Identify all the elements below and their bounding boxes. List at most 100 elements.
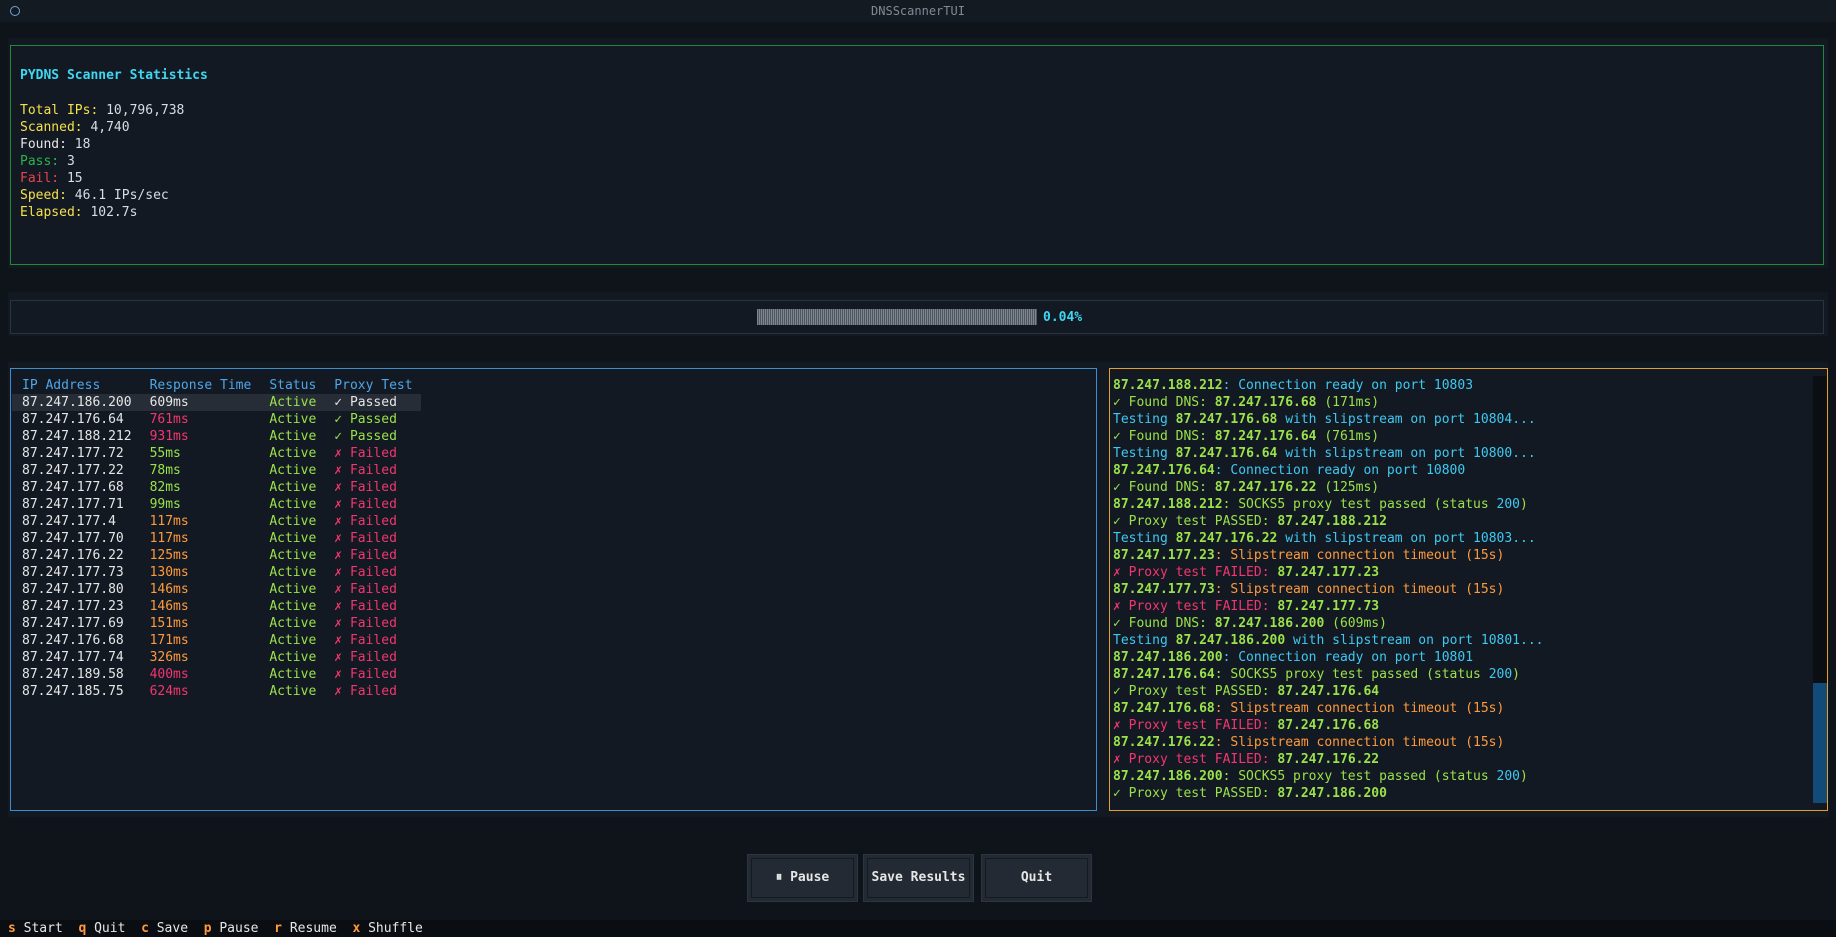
log-line: Testing 87.247.176.22 with slipstream on… <box>1113 530 1803 547</box>
table-row[interactable]: 87.247.177.22 78ms Active ✗ Failed <box>12 462 421 479</box>
table-row[interactable]: 87.247.176.22 125ms Active ✗ Failed <box>12 547 421 564</box>
log-segment: : Connection ready on port <box>1222 650 1434 665</box>
log-line: 87.247.188.212: SOCKS5 proxy test passed… <box>1113 496 1803 513</box>
log-segment: 87.247.177.73 <box>1277 599 1380 614</box>
footer-key[interactable]: r <box>274 921 282 936</box>
pause-button[interactable]: ⏸ Pause <box>747 854 858 902</box>
table-row[interactable]: 87.247.177.72 55ms Active ✗ Failed <box>12 445 421 462</box>
cell-proxy-test: ✗ Failed <box>334 684 397 699</box>
cell-status: Active <box>269 565 317 580</box>
log-segment: (171ms) <box>1316 395 1380 410</box>
cell-response-time: 326ms <box>149 650 189 665</box>
keybinding-footer: s Start q Quit c Save p Pause r Resume x… <box>0 920 1836 937</box>
cell-proxy-test: ✗ Failed <box>334 480 397 495</box>
column-header-ip[interactable]: IP Address <box>12 377 140 394</box>
log-segment: 200 <box>1496 769 1520 784</box>
stat-fail: Fail: 15 <box>20 171 83 186</box>
cell-response-time: 400ms <box>149 667 189 682</box>
cell-proxy-test: ✗ Failed <box>334 599 397 614</box>
footer-key-label[interactable]: Save <box>157 921 188 936</box>
progress-bar <box>757 309 1037 325</box>
footer-key-label[interactable]: Shuffle <box>368 921 423 936</box>
log-segment: 87.247.188.212 <box>1113 497 1223 512</box>
cell-ip: 87.247.177.22 <box>22 463 124 478</box>
log-segment: 10800 <box>1426 463 1466 478</box>
cell-response-time: 171ms <box>149 633 189 648</box>
log-segment: with slipstream on port <box>1285 633 1481 648</box>
cell-proxy-test: ✗ Failed <box>334 463 397 478</box>
table-row[interactable]: 87.247.185.75 624ms Active ✗ Failed <box>12 683 421 700</box>
cell-ip: 87.247.177.71 <box>22 497 124 512</box>
cell-proxy-test: ✗ Failed <box>334 565 397 580</box>
log-segment: ✓ Found DNS: <box>1113 616 1215 631</box>
progress-percent: 0.04% <box>1043 310 1083 325</box>
log-segment: 200 <box>1488 667 1513 682</box>
cell-status: Active <box>269 548 317 563</box>
cell-response-time: 125ms <box>149 548 189 563</box>
cell-proxy-test: ✗ Failed <box>334 616 397 631</box>
table-row[interactable]: 87.247.177.80 146ms Active ✗ Failed <box>12 581 421 598</box>
cell-proxy-test: ✗ Failed <box>334 650 397 665</box>
table-row[interactable]: 87.247.176.68 171ms Active ✗ Failed <box>12 632 421 649</box>
table-row[interactable]: 87.247.177.70 117ms Active ✗ Failed <box>12 530 421 547</box>
save-results-button[interactable]: Save Results <box>863 854 974 902</box>
footer-key-label[interactable]: Start <box>24 921 63 936</box>
log-line: 87.247.177.23: Slipstream connection tim… <box>1113 547 1803 564</box>
log-segment: : Slipstream connection timeout (15s) <box>1214 701 1505 716</box>
table-row[interactable]: 87.247.176.64 761ms Active ✓ Passed <box>12 411 421 428</box>
log-scrollbar-thumb[interactable] <box>1813 683 1827 803</box>
log-line: 87.247.177.73: Slipstream connection tim… <box>1113 581 1803 598</box>
table-row[interactable]: 87.247.186.200 609ms Active ✓ Passed <box>12 394 421 411</box>
table-row[interactable]: 87.247.177.69 151ms Active ✗ Failed <box>12 615 421 632</box>
column-header-response-time[interactable]: Response Time <box>140 377 260 394</box>
table-row[interactable]: 87.247.177.23 146ms Active ✗ Failed <box>12 598 421 615</box>
table-row[interactable]: 87.247.177.74 326ms Active ✗ Failed <box>12 649 421 666</box>
log-line: ✓ Proxy test PASSED: 87.247.188.212 <box>1113 513 1803 530</box>
log-segment: 87.247.176.68 <box>1113 701 1215 716</box>
log-segment: 87.247.188.212 <box>1277 514 1387 529</box>
table-row[interactable]: 87.247.177.68 82ms Active ✗ Failed <box>12 479 421 496</box>
log-line: Testing 87.247.186.200 with slipstream o… <box>1113 632 1803 649</box>
log-line: ✓ Found DNS: 87.247.176.64 (761ms) <box>1113 428 1803 445</box>
log-line: ✗ Proxy test FAILED: 87.247.176.22 <box>1113 751 1803 768</box>
cell-ip: 87.247.177.69 <box>22 616 124 631</box>
cell-status: Active <box>269 480 317 495</box>
cell-status: Active <box>269 667 317 682</box>
column-header-status[interactable]: Status <box>259 377 324 394</box>
quit-button[interactable]: Quit <box>981 854 1092 902</box>
table-row[interactable]: 87.247.177.4 117ms Active ✗ Failed <box>12 513 421 530</box>
footer-key[interactable]: c <box>141 921 149 936</box>
footer-key[interactable]: x <box>352 921 360 936</box>
footer-key-label[interactable]: Pause <box>219 921 258 936</box>
footer-key[interactable]: p <box>204 921 212 936</box>
log-segment: : SOCKS5 proxy test passed (status <box>1222 769 1497 784</box>
log-line: ✗ Proxy test FAILED: 87.247.177.23 <box>1113 564 1803 581</box>
cell-status: Active <box>269 650 317 665</box>
log-segment: 87.247.177.23 <box>1113 548 1215 563</box>
log-segment: ✓ Found DNS: <box>1113 395 1215 410</box>
cell-response-time: 130ms <box>149 565 189 580</box>
footer-key[interactable]: q <box>78 921 86 936</box>
log-segment: with slipstream on port <box>1277 446 1474 461</box>
stat-scanned: Scanned: 4,740 <box>20 120 130 135</box>
footer-key-label[interactable]: Quit <box>94 921 125 936</box>
log-segment: : SOCKS5 proxy test passed (status <box>1214 667 1489 682</box>
stat-pass: Pass: 3 <box>20 154 75 169</box>
log-segment: ... <box>1520 633 1544 648</box>
footer-key-label[interactable]: Resume <box>290 921 337 936</box>
log-segment: 87.247.188.212 <box>1113 378 1223 393</box>
log-segment: ✗ Proxy test FAILED: <box>1113 599 1278 614</box>
table-row[interactable]: 87.247.177.73 130ms Active ✗ Failed <box>12 564 421 581</box>
log-line: ✓ Found DNS: 87.247.176.68 (171ms) <box>1113 394 1803 411</box>
results-table[interactable]: IP Address Response Time Status Proxy Te… <box>12 377 421 700</box>
table-row[interactable]: 87.247.177.71 99ms Active ✗ Failed <box>12 496 421 513</box>
cell-response-time: 82ms <box>149 480 181 495</box>
footer-key[interactable]: s <box>8 921 16 936</box>
table-row[interactable]: 87.247.188.212 931ms Active ✓ Passed <box>12 428 421 445</box>
table-row[interactable]: 87.247.189.58 400ms Active ✗ Failed <box>12 666 421 683</box>
cell-proxy-test: ✗ Failed <box>334 548 397 563</box>
column-header-proxy-test[interactable]: Proxy Test <box>324 377 420 394</box>
cell-proxy-test: ✓ Passed <box>324 394 421 411</box>
stat-total: Total IPs: 10,796,738 <box>20 103 185 118</box>
cell-proxy-test: ✗ Failed <box>334 667 397 682</box>
